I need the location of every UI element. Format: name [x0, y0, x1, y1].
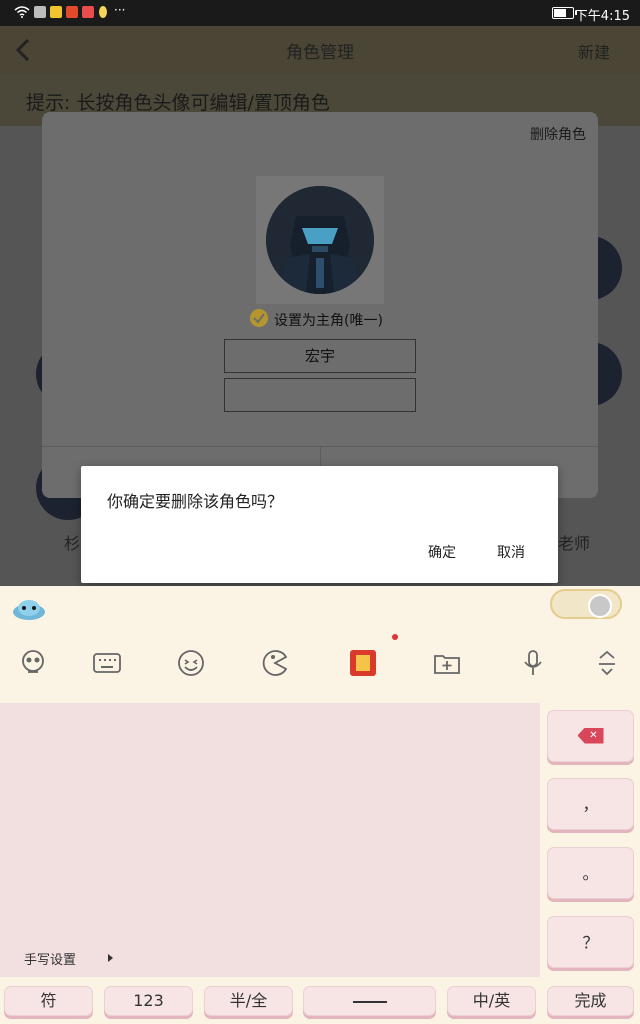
delete-role-button[interactable]: 删除角色	[530, 124, 586, 144]
period-key[interactable]: 。	[547, 847, 634, 899]
done-key[interactable]: 完成	[547, 986, 634, 1016]
mascot-icon[interactable]	[12, 598, 46, 620]
space-bar-icon	[352, 1000, 387, 1003]
more-notifications: ···	[114, 3, 126, 17]
page-title: 角色管理	[286, 43, 354, 63]
avatar-frame[interactable]	[256, 176, 384, 304]
main-role-label[interactable]: 设置为主角(唯一)	[274, 310, 383, 330]
bulb-icon	[99, 6, 107, 18]
chinese-english-key[interactable]: 中/英	[447, 986, 536, 1016]
emoji-icon[interactable]	[176, 648, 206, 678]
notification-icon	[34, 6, 46, 18]
backspace-icon: ✕	[577, 727, 604, 744]
comma-key[interactable]: ，	[547, 778, 634, 830]
handwriting-area[interactable]: 手写设置	[0, 703, 540, 977]
game-face-icon[interactable]	[260, 648, 290, 678]
new-role-button[interactable]: 新建	[578, 39, 610, 63]
space-key[interactable]	[303, 986, 436, 1016]
status-time: 下午4:15	[574, 9, 630, 24]
role-name: 杉	[64, 534, 81, 553]
battery-icon	[552, 7, 577, 19]
half-full-width-key[interactable]: 半/全	[204, 986, 293, 1016]
battery-fill	[554, 9, 566, 17]
skull-emoji-icon[interactable]	[18, 648, 48, 678]
delete-key[interactable]: ✕	[547, 710, 634, 762]
app-notification-icon	[50, 6, 62, 18]
role-name-field[interactable]: 宏宇	[224, 339, 416, 373]
folder-add-icon[interactable]	[432, 648, 462, 678]
symbols-key[interactable]: 符	[4, 986, 93, 1016]
app-notification-icon	[66, 6, 78, 18]
hint-text: 提示: 长按角色头像可编辑/置顶角色	[26, 92, 330, 114]
red-packet-icon[interactable]	[348, 648, 378, 678]
cancel-button[interactable]: 取消	[497, 542, 525, 562]
ime-keyboard: 手写设置 ✕ ， 。 ？ 符 123 半/全 中/英 完成	[0, 586, 640, 1024]
handwriting-settings-button[interactable]: 手写设置	[24, 949, 76, 968]
chevron-right-icon	[108, 954, 113, 962]
skin-toggle[interactable]	[550, 589, 622, 619]
avatar	[266, 186, 374, 294]
confirm-delete-dialog: 你确定要删除该角色吗？ 确定 取消	[81, 466, 558, 583]
status-bar: ··· 下午4:15	[0, 0, 640, 26]
role-edit-card: 删除角色 设置为主角(唯一) 宏宇	[42, 112, 598, 498]
role-extra-field[interactable]	[224, 378, 416, 412]
app-bar: 角色管理 新建	[0, 26, 640, 74]
notification-dot	[392, 634, 398, 640]
keyboard-icon[interactable]	[92, 648, 122, 678]
confirm-button[interactable]: 确定	[428, 542, 456, 562]
collapse-keyboard-icon[interactable]	[592, 648, 622, 678]
toggle-knob	[588, 594, 612, 618]
dialog-message: 你确定要删除该角色吗？	[107, 492, 284, 511]
armored-character-icon	[266, 186, 374, 294]
numbers-key[interactable]: 123	[104, 986, 193, 1016]
wifi-icon	[14, 6, 30, 18]
app-notification-icon	[82, 6, 94, 18]
checkmark-icon[interactable]	[250, 309, 268, 327]
role-name: 老师	[558, 534, 591, 553]
microphone-icon[interactable]	[518, 648, 548, 678]
question-key[interactable]: ？	[547, 916, 634, 968]
